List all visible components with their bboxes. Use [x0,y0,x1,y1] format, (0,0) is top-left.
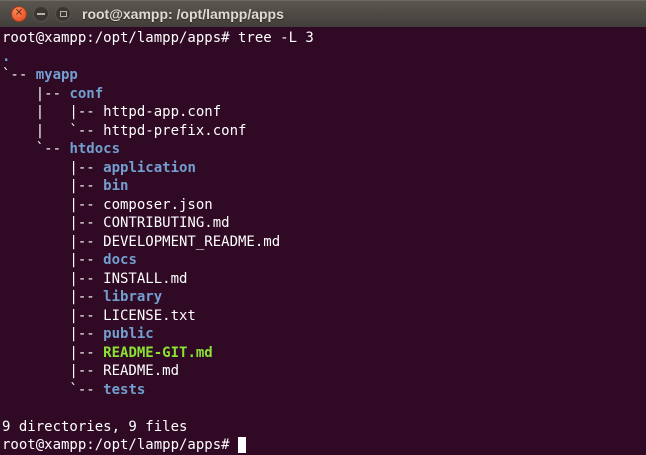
terminal-text: |-- DEVELOPMENT_README.md [2,234,280,250]
terminal-text: myapp [36,67,78,83]
terminal-text: `-- [2,141,69,157]
terminal-line: |-- README-GIT.md [2,344,646,363]
terminal-line: |-- CONTRIBUTING.md [2,214,646,233]
terminal-line: |-- conf [2,85,646,104]
close-icon: ✕ [15,9,23,19]
window-title: root@xampp: /opt/lampp/apps [82,6,284,22]
terminal-text: |-- [2,326,103,342]
terminal-line: | `-- httpd-prefix.conf [2,122,646,141]
terminal-text: tests [103,382,145,398]
terminal-text: | |-- httpd-app.conf [2,104,221,120]
terminal-text: public [103,326,154,342]
terminal-text: |-- [2,86,69,102]
terminal-text: | `-- httpd-prefix.conf [2,123,246,139]
terminal-text: |-- [2,252,103,268]
terminal-text: root@xampp:/opt/lampp/apps# tree -L 3 [2,30,314,46]
maximize-icon [60,11,67,17]
terminal-line: `-- htdocs [2,140,646,159]
terminal-text: README-GIT.md [103,345,213,361]
terminal-text: `-- [2,67,36,83]
terminal-line: |-- DEVELOPMENT_README.md [2,233,646,252]
terminal-text: |-- INSTALL.md [2,271,187,287]
terminal-line: | |-- httpd-app.conf [2,103,646,122]
terminal-text: |-- composer.json [2,197,213,213]
terminal-text: . [2,49,10,65]
terminal-window: ✕ root@xampp: /opt/lampp/apps root@xampp… [0,0,646,455]
terminal-cursor [238,437,246,453]
terminal-text: |-- [2,289,103,305]
terminal-text: |-- LICENSE.txt [2,308,196,324]
minimize-icon [37,13,45,15]
terminal-line: |-- LICENSE.txt [2,307,646,326]
terminal-line: |-- README.md [2,362,646,381]
terminal-text: docs [103,252,137,268]
terminal-line: `-- tests [2,381,646,400]
terminal-text: `-- [2,382,103,398]
terminal-text: htdocs [69,141,120,157]
terminal-line: 9 directories, 9 files [2,418,646,437]
terminal-line: |-- public [2,325,646,344]
terminal-line: |-- bin [2,177,646,196]
terminal-text: 9 directories, 9 files [2,419,187,435]
titlebar[interactable]: ✕ root@xampp: /opt/lampp/apps [0,0,646,27]
terminal-line: |-- library [2,288,646,307]
terminal-line: |-- composer.json [2,196,646,215]
close-button[interactable]: ✕ [11,6,27,22]
terminal-line: root@xampp:/opt/lampp/apps# tree -L 3 [2,29,646,48]
terminal-line: |-- application [2,159,646,178]
terminal-text: conf [69,86,103,102]
terminal-screen[interactable]: root@xampp:/opt/lampp/apps# tree -L 3.`-… [0,27,646,455]
terminal-line: root@xampp:/opt/lampp/apps# [2,436,646,455]
terminal-line: |-- INSTALL.md [2,270,646,289]
terminal-line [2,399,646,418]
terminal-text: |-- [2,345,103,361]
terminal-line: `-- myapp [2,66,646,85]
terminal-text: |-- CONTRIBUTING.md [2,215,230,231]
terminal-text: |-- [2,178,103,194]
terminal-text: |-- [2,160,103,176]
terminal-text: |-- README.md [2,363,179,379]
terminal-text: root@xampp:/opt/lampp/apps# [2,437,238,453]
minimize-button[interactable] [33,6,49,22]
maximize-button[interactable] [55,6,71,22]
terminal-text: application [103,160,196,176]
terminal-text: library [103,289,162,305]
terminal-line: . [2,48,646,67]
terminal-output: root@xampp:/opt/lampp/apps# tree -L 3.`-… [2,29,646,455]
terminal-text: bin [103,178,128,194]
terminal-line: |-- docs [2,251,646,270]
